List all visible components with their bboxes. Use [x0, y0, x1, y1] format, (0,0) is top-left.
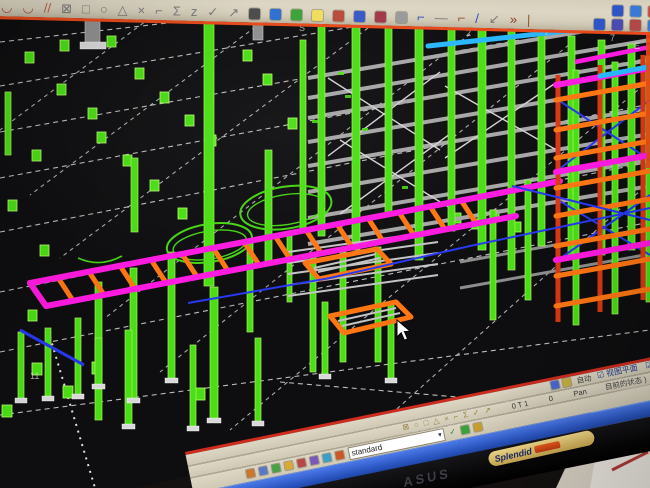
- top-toolbar-right-cluster: [594, 5, 650, 32]
- item-tool-icon[interactable]: [396, 12, 407, 23]
- dash-tool-icon[interactable]: —: [435, 11, 448, 24]
- plate-tool-icon[interactable]: [375, 11, 386, 22]
- selected-count: 0: [548, 393, 554, 403]
- poly-beam-icon[interactable]: ⌐: [417, 10, 425, 23]
- create-view-icon[interactable]: [246, 469, 255, 478]
- snap-any-icon[interactable]: ⊠: [402, 423, 410, 432]
- snap-circle-icon[interactable]: ○: [413, 421, 419, 430]
- paint-pour-icon[interactable]: [270, 9, 281, 20]
- cut-line-tool-icon[interactable]: //: [44, 1, 52, 14]
- monitor-brand-logo: ASUS: [403, 465, 451, 488]
- snap-extension-icon[interactable]: ↗: [228, 6, 239, 19]
- view-list-icon[interactable]: [259, 466, 268, 475]
- phase-manager-icon[interactable]: [473, 422, 482, 431]
- snap-endpoint-icon[interactable]: □: [82, 2, 90, 15]
- view-along-icon[interactable]: [297, 458, 306, 467]
- top-toolbar-row-2: [594, 19, 650, 32]
- monitor-photo: 37S2P7E11 ◡◡//⊠□○△×⌐Σz✓↗⌐—⌐/↙»| 自动 ☑ 视图平…: [0, 0, 650, 488]
- snap-arrow-icon[interactable]: ↗: [484, 406, 492, 415]
- arrow-sw-icon[interactable]: ↙: [489, 12, 500, 25]
- snap-points-icon[interactable]: ⊠: [61, 2, 72, 15]
- snap-square-icon[interactable]: □: [423, 419, 429, 428]
- top-toolbar-row-1: [612, 5, 650, 18]
- viewport-border-right: [646, 28, 650, 168]
- zoom-tool-icon[interactable]: [594, 19, 605, 30]
- chevron-down-icon: ▾: [437, 431, 442, 440]
- snap-nearest-icon[interactable]: z: [191, 5, 198, 18]
- snap-intersection-icon[interactable]: ×: [138, 4, 146, 17]
- sticker-accent: [534, 440, 561, 452]
- slope-beam-icon[interactable]: /: [475, 12, 479, 25]
- snap-corner-icon[interactable]: ⌐: [453, 413, 459, 422]
- column-tool-icon[interactable]: [333, 10, 344, 21]
- view-tool-icon[interactable]: [612, 5, 623, 16]
- snap-cross-icon[interactable]: ×: [444, 415, 450, 424]
- screenshot-icon[interactable]: [322, 453, 331, 462]
- weld-tool-2-icon[interactable]: ◡: [22, 1, 34, 14]
- named-view-icon[interactable]: [271, 463, 280, 472]
- snap-center-icon[interactable]: ○: [100, 3, 108, 16]
- rotate-tool-icon[interactable]: [630, 20, 641, 31]
- beam-tool-icon[interactable]: [354, 11, 365, 22]
- sticker-label: Splendid: [493, 445, 532, 463]
- snap-sum-icon[interactable]: Σ: [173, 4, 181, 17]
- bar-tool-icon[interactable]: |: [527, 13, 531, 26]
- view-3d-icon[interactable]: [310, 456, 319, 465]
- note-icon[interactable]: [312, 10, 323, 21]
- snap-depth-icon[interactable]: [562, 378, 571, 387]
- snap-settings-icon[interactable]: [550, 380, 559, 389]
- apply-filter-icon[interactable]: ✓: [449, 428, 457, 437]
- snap-midpoint-icon[interactable]: △: [118, 3, 128, 16]
- component-catalog-icon[interactable]: [460, 425, 469, 434]
- pan-tool-icon[interactable]: [612, 19, 623, 30]
- snap-sum-icon[interactable]: Σ: [462, 411, 468, 420]
- print-icon[interactable]: [335, 450, 344, 459]
- double-arrow-icon[interactable]: »: [510, 13, 518, 26]
- basic-view-icon[interactable]: [284, 461, 293, 470]
- snap-check-icon[interactable]: ✓: [472, 409, 480, 418]
- snap-triangle-icon[interactable]: △: [433, 417, 441, 426]
- render-tool-icon[interactable]: [630, 6, 641, 17]
- fly-through-icon[interactable]: [291, 9, 302, 20]
- snap-confirm-icon[interactable]: ✓: [207, 5, 218, 18]
- snap-perpendicular-icon[interactable]: ⌐: [155, 4, 163, 17]
- weld-tool-icon[interactable]: ◡: [1, 0, 13, 13]
- binoculars-icon[interactable]: [249, 8, 260, 19]
- curved-beam-icon[interactable]: ⌐: [458, 11, 466, 24]
